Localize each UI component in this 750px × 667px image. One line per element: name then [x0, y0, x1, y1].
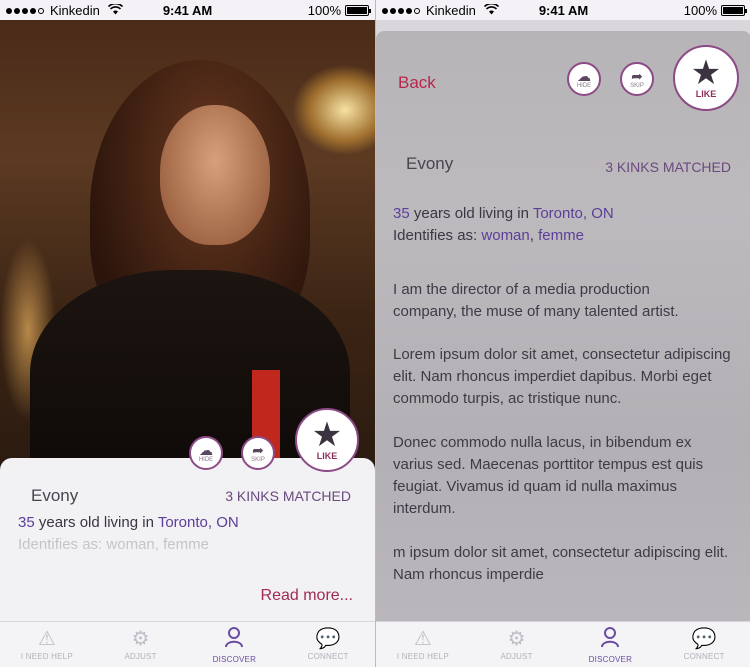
- battery-icon: [345, 5, 371, 16]
- bio-paragraph: m ipsum dolor sit amet, consectetur adip…: [393, 544, 729, 583]
- chat-heart-icon: 💬: [691, 628, 717, 650]
- warning-icon: ⚠: [37, 628, 56, 650]
- bio-paragraph: Lorem ipsum dolor sit amet, consectetur …: [393, 346, 731, 407]
- star-icon: ★: [311, 415, 343, 454]
- read-more-link[interactable]: Read more...: [261, 587, 353, 605]
- person-icon: [224, 626, 244, 653]
- hide-label: HIDE: [198, 456, 214, 463]
- chat-heart-icon: 💬: [315, 628, 341, 650]
- tab-label: DISCOVER: [588, 654, 633, 664]
- battery-percent: 100%: [307, 3, 341, 18]
- skip-button[interactable]: ➦ SKIP: [241, 436, 275, 470]
- tab-connect[interactable]: 💬 CONNECT: [281, 622, 375, 667]
- profile-name: Evony: [31, 486, 79, 505]
- tab-adjust[interactable]: ⚙ ADJUST: [470, 622, 564, 667]
- battery-percent: 100%: [683, 3, 717, 18]
- identity-2: femme: [538, 227, 584, 244]
- battery-icon: [721, 5, 747, 16]
- hide-icon: ☁: [199, 441, 213, 458]
- tab-label: ADJUST: [124, 652, 157, 661]
- bio-paragraph: Donec commodo nulla lacus, in bibendum e…: [393, 434, 704, 517]
- skip-arrow-icon: ➦: [252, 441, 264, 458]
- tab-i-need-help[interactable]: ⚠ I NEED HELP: [0, 622, 94, 667]
- age-location-line: 35 years old living in Toronto, ON: [393, 205, 614, 222]
- skip-label: SKIP: [251, 456, 265, 463]
- tab-label: I NEED HELP: [20, 652, 73, 661]
- status-bar: Kinkedin 9:41 AM 100%: [376, 0, 750, 20]
- status-bar: Kinkedin 9:41 AM 100%: [0, 0, 375, 20]
- identity-1: woman: [481, 227, 530, 244]
- skip-button[interactable]: ➦ SKIP: [620, 62, 654, 96]
- identity-line: Identifies as: woman, femme: [393, 227, 584, 244]
- profile-location: Toronto, ON: [532, 205, 614, 222]
- like-button[interactable]: ★ LIKE: [295, 408, 359, 472]
- tab-discover[interactable]: DISCOVER: [188, 622, 282, 667]
- hide-button[interactable]: ☁ HIDE: [567, 62, 601, 96]
- age-suffix: years old living in: [38, 514, 154, 531]
- like-label: LIKE: [695, 88, 717, 99]
- tab-label: CONNECT: [307, 652, 349, 661]
- hide-icon: ☁: [577, 67, 591, 84]
- tab-i-need-help[interactable]: ⚠ I NEED HELP: [376, 622, 470, 667]
- person-icon: [600, 626, 620, 653]
- gear-icon: ⚙: [131, 628, 150, 650]
- star-icon: ★: [690, 53, 722, 92]
- profile-age: 35: [18, 514, 35, 531]
- profile-age: 35: [393, 205, 410, 222]
- kinks-matched: 3 KINKS MATCHED: [225, 488, 351, 504]
- back-button[interactable]: Back: [398, 73, 436, 93]
- hide-label: HIDE: [576, 82, 592, 89]
- kinks-matched: 3 KINKS MATCHED: [605, 159, 731, 175]
- tab-label: CONNECT: [683, 652, 725, 661]
- profile-card[interactable]: Evony 3 KINKS MATCHED 35 years old livin…: [0, 458, 375, 623]
- age-suffix: years old living in: [413, 205, 529, 222]
- hide-button[interactable]: ☁ HIDE: [189, 436, 223, 470]
- photo-face: [160, 105, 270, 245]
- gear-icon: ⚙: [507, 628, 526, 650]
- tab-label: DISCOVER: [212, 654, 257, 664]
- warning-icon: ⚠: [413, 628, 432, 650]
- profile-name: Evony: [406, 154, 454, 173]
- identity-separator: ,: [529, 227, 539, 244]
- skip-label: SKIP: [630, 82, 644, 89]
- identity-prefix: Identifies as:: [393, 227, 478, 244]
- bio-paragraph: I am the director of a media production …: [393, 281, 679, 320]
- tab-label: ADJUST: [500, 652, 533, 661]
- profile-detail-screen: Kinkedin 9:41 AM 100% Back ☁ HIDE ➦ SKIP…: [375, 0, 750, 667]
- profile-detail-sheet[interactable]: Back ☁ HIDE ➦ SKIP ★ LIKE Evony 3 KINKS …: [376, 31, 750, 621]
- tab-bar: ⚠ I NEED HELP ⚙ ADJUST DISCOVER 💬 CONNEC…: [376, 621, 750, 667]
- tab-label: I NEED HELP: [396, 652, 449, 661]
- profile-location: Toronto, ON: [157, 514, 239, 531]
- tab-bar: ⚠ I NEED HELP ⚙ ADJUST DISCOVER 💬 CONNEC…: [0, 621, 375, 667]
- like-label: LIKE: [316, 450, 338, 461]
- skip-arrow-icon: ➦: [631, 67, 643, 84]
- tab-discover[interactable]: DISCOVER: [564, 622, 658, 667]
- age-location-line: 35 years old living in Toronto, ON: [18, 514, 239, 531]
- tab-adjust[interactable]: ⚙ ADJUST: [94, 622, 188, 667]
- tab-connect[interactable]: 💬 CONNECT: [657, 622, 750, 667]
- like-button[interactable]: ★ LIKE: [673, 45, 739, 111]
- discover-card-screen: Kinkedin 9:41 AM 100% Evony 3 KINKS MATC…: [0, 0, 375, 667]
